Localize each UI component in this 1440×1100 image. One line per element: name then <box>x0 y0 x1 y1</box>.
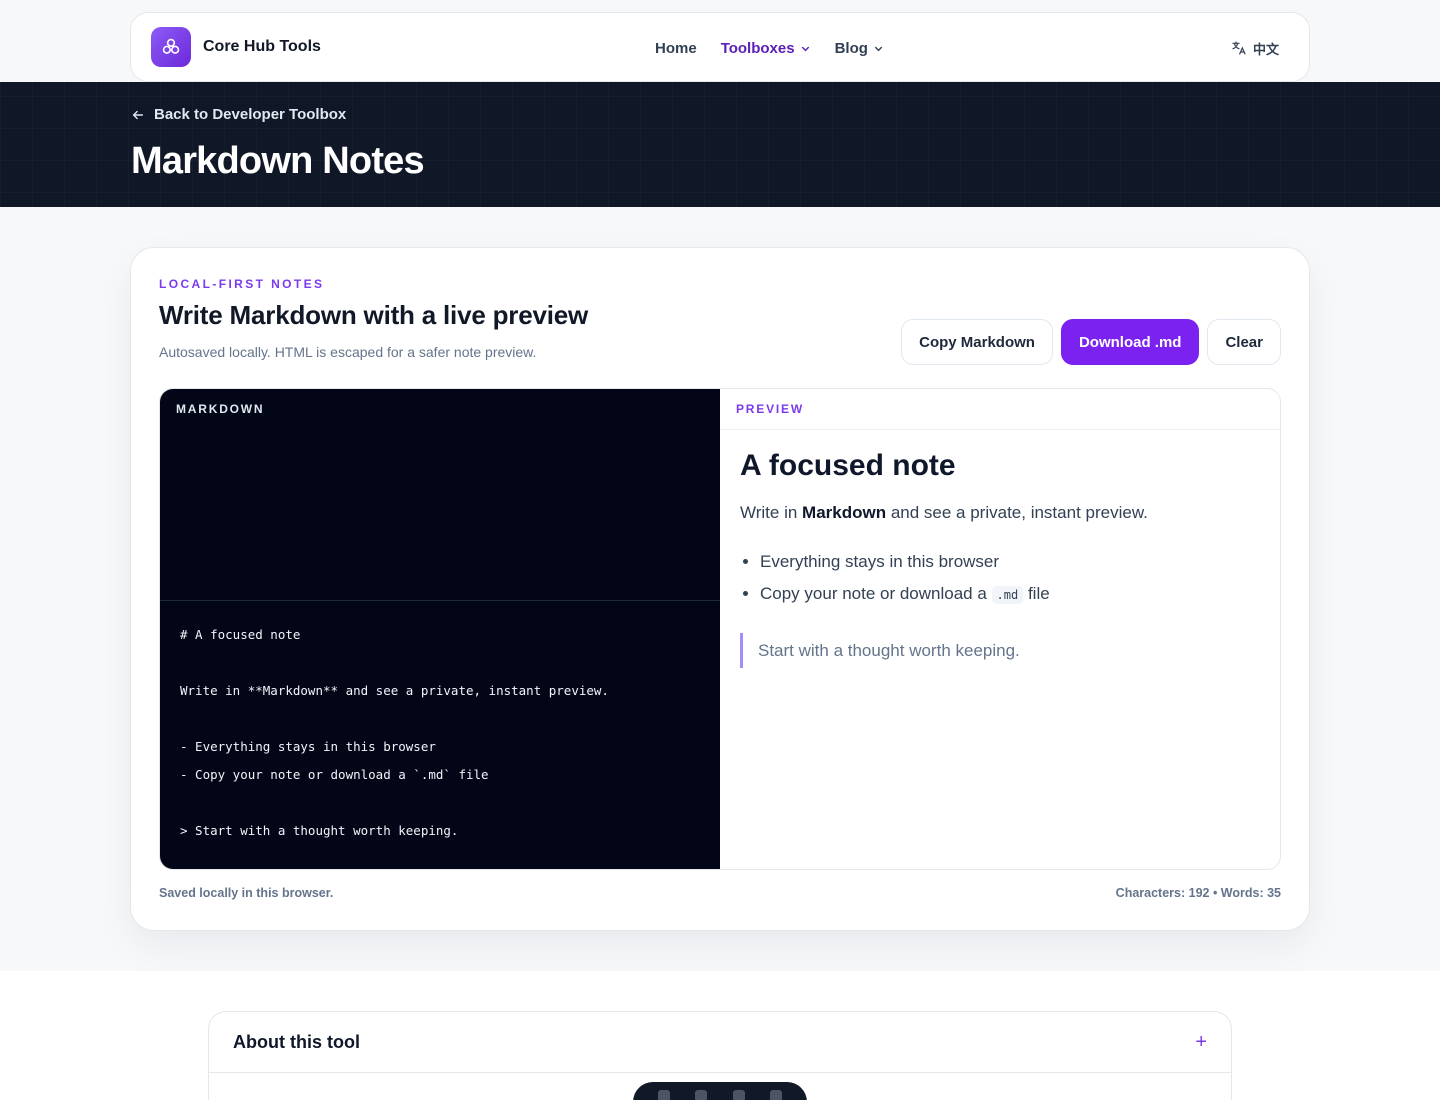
preview-paragraph-text: and see a private, instant preview. <box>886 503 1148 522</box>
back-link[interactable]: Back to Developer Toolbox <box>131 106 346 123</box>
nav-toolboxes-label: Toolboxes <box>720 39 795 57</box>
editor-preview-panes: MARKDOWN # A focused note Write in **Mar… <box>159 388 1281 870</box>
card-eyebrow: LOCAL-FIRST NOTES <box>159 277 325 291</box>
markdown-notes-card: LOCAL-FIRST NOTES Write Markdown with a … <box>130 247 1310 931</box>
preview-inline-code: .md <box>991 586 1024 604</box>
main-nav: Home Toolboxes Blog <box>655 13 884 83</box>
markdown-preview: PREVIEW A focused note Write in Markdown… <box>720 389 1280 869</box>
brand-name[interactable]: Core Hub Tools <box>203 38 321 56</box>
editor-label: MARKDOWN <box>176 402 265 416</box>
nav-toolboxes[interactable]: Toolboxes <box>721 40 811 57</box>
document-stats: Characters: 192 • Words: 35 <box>1115 886 1281 900</box>
preview-list-text: Copy your note or download a <box>760 584 992 603</box>
card-subtitle: Autosaved locally. HTML is escaped for a… <box>159 344 537 360</box>
toolbar-icon[interactable] <box>732 1090 745 1100</box>
preview-quote-text: Start with a thought worth keeping. <box>758 640 1020 660</box>
nav-blog[interactable]: Blog <box>835 40 884 57</box>
chevron-down-icon <box>801 46 809 51</box>
markdown-editor[interactable]: MARKDOWN # A focused note Write in **Mar… <box>160 389 720 869</box>
page-title: Markdown Notes <box>131 140 425 182</box>
language-label: 中文 <box>1252 41 1279 57</box>
preview-list-text: file <box>1023 584 1050 603</box>
preview-list-item: Everything stays in this browser <box>760 546 1050 578</box>
plus-icon: + <box>1195 1030 1207 1053</box>
card-title: Write Markdown with a live preview <box>159 300 589 330</box>
copy-markdown-button[interactable]: Copy Markdown <box>901 319 1053 365</box>
preview-paragraph-bold: Markdown <box>802 503 887 522</box>
card-actions: Copy Markdown Download .md Clear <box>901 319 1281 365</box>
preview-heading: A focused note <box>740 449 956 482</box>
site-header: Core Hub Tools Home Toolboxes Blog 中文 <box>130 12 1310 82</box>
back-link-label: Back to Developer Toolbox <box>154 106 347 123</box>
download-md-button[interactable]: Download .md <box>1060 319 1200 365</box>
toolbar-icon[interactable] <box>657 1090 670 1100</box>
toolbar-icon[interactable] <box>695 1090 708 1100</box>
preview-list-item: Copy your note or download a .md file <box>760 578 1050 611</box>
chevron-down-icon <box>874 46 883 51</box>
save-status: Saved locally in this browser. <box>159 886 334 900</box>
clear-button[interactable]: Clear <box>1207 319 1281 365</box>
preview-blockquote: Start with a thought worth keeping. <box>740 633 1020 668</box>
nav-home-label: Home <box>655 39 697 57</box>
faq-item-label: About this tool <box>233 1031 360 1052</box>
nav-home[interactable]: Home <box>655 40 697 57</box>
nav-blog-label: Blog <box>834 39 868 57</box>
logo-icon[interactable] <box>151 27 191 67</box>
language-switcher[interactable]: 中文 <box>1231 13 1279 83</box>
translate-icon <box>1232 41 1246 55</box>
faq-item-about[interactable]: About this tool + <box>209 1012 1231 1073</box>
preview-divider <box>720 429 1280 430</box>
preview-label: PREVIEW <box>736 402 804 416</box>
toolbar-icon[interactable] <box>770 1090 783 1100</box>
markdown-textarea[interactable]: # A focused note Write in **Markdown** a… <box>180 621 700 845</box>
editor-divider <box>160 600 720 601</box>
floating-toolbar[interactable] <box>633 1082 807 1100</box>
preview-list: Everything stays in this browser Copy yo… <box>760 546 1050 611</box>
arrow-left-icon <box>132 110 144 119</box>
preview-paragraph-text: Write in <box>740 503 803 522</box>
preview-paragraph: Write in Markdown and see a private, ins… <box>740 503 1148 523</box>
